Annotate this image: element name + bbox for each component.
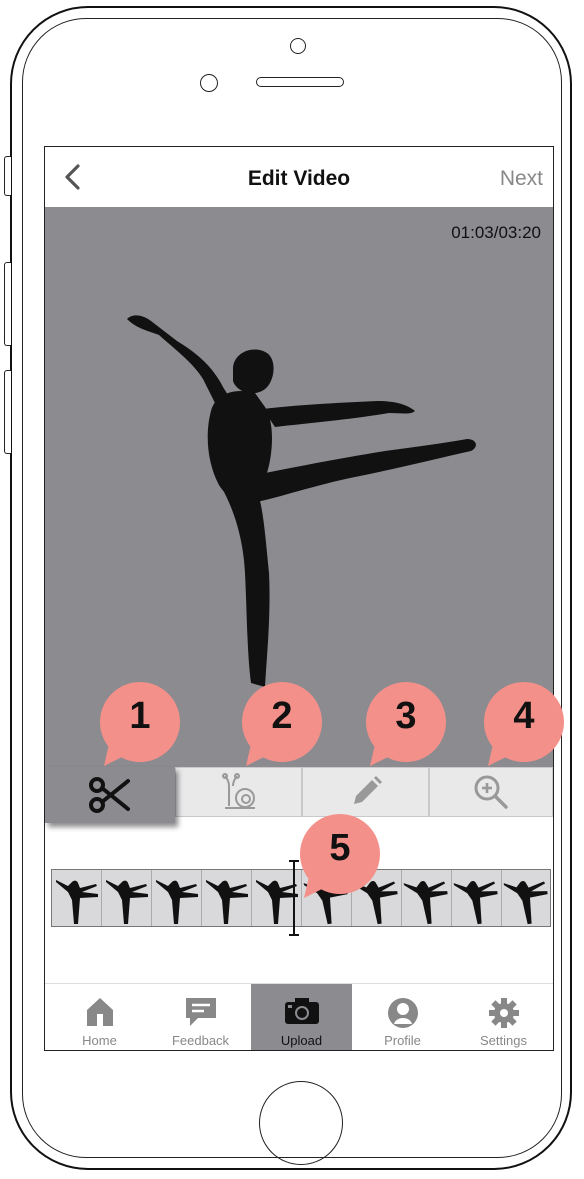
tab-home[interactable]: Home	[49, 984, 150, 1050]
tab-label: Settings	[480, 1033, 527, 1048]
camera-icon	[251, 996, 352, 1030]
zoom-in-icon	[474, 775, 508, 809]
tab-label: Profile	[384, 1033, 421, 1048]
video-timestamp: 01:03/03:20	[451, 223, 541, 242]
zoom-tool-button[interactable]	[429, 767, 553, 817]
scissors-icon	[89, 777, 130, 813]
frame-thumbnail	[503, 881, 548, 925]
nav-header: Edit Video Next	[45, 147, 553, 207]
feedback-icon	[150, 996, 251, 1030]
callout-marker: 3	[364, 682, 448, 766]
timeline-frame[interactable]	[152, 870, 202, 926]
callout-marker: 4	[482, 682, 566, 766]
chevron-left-icon	[65, 164, 80, 190]
earpiece-speaker	[256, 77, 344, 87]
gear-icon	[453, 996, 553, 1030]
dancer-silhouette	[127, 315, 476, 687]
frame-thumbnail	[403, 881, 448, 925]
callout-marker: 2	[240, 682, 324, 766]
next-button[interactable]: Next	[500, 147, 543, 207]
draw-tool-button[interactable]	[302, 767, 429, 817]
frame-thumbnail	[453, 881, 498, 925]
slow-motion-tool-button[interactable]	[175, 767, 302, 817]
page-title: Edit Video	[247, 167, 351, 190]
tab-feedback[interactable]: Feedback	[150, 984, 251, 1050]
callout-number: 2	[271, 695, 293, 737]
mute-switch	[4, 156, 11, 196]
front-camera	[290, 38, 306, 54]
back-button[interactable]	[61, 161, 85, 193]
timeline-frame[interactable]	[402, 870, 452, 926]
proximity-sensor	[200, 74, 218, 92]
timeline-frame[interactable]	[502, 870, 550, 926]
tab-upload[interactable]: Upload	[251, 984, 352, 1050]
timeline-frame[interactable]	[452, 870, 502, 926]
edit-toolbar	[45, 767, 553, 823]
pencil-icon	[353, 776, 382, 804]
callout-number: 4	[513, 695, 535, 737]
timeline-frame[interactable]	[52, 870, 102, 926]
profile-icon	[352, 996, 453, 1030]
tab-settings[interactable]: Settings	[453, 984, 553, 1050]
trim-tool-button[interactable]	[45, 767, 175, 823]
volume-down-button	[4, 370, 11, 454]
tab-label: Feedback	[171, 1033, 230, 1048]
frame-thumbnail	[156, 880, 198, 924]
callout-marker: 1	[98, 682, 182, 766]
home-icon	[49, 996, 150, 1030]
tab-label: Upload	[280, 1033, 323, 1048]
timeline-frame[interactable]	[102, 870, 152, 926]
bottom-tab-bar: Home Feedback Upload Profile Settings	[45, 983, 553, 1050]
home-hardware-button[interactable]	[259, 1081, 343, 1165]
callout-number: 1	[129, 695, 151, 737]
app-screen: Edit Video Next 01:03/03:20 Home Feedbac…	[44, 146, 554, 1051]
snail-icon	[221, 773, 255, 809]
callout-number: 5	[329, 827, 351, 869]
callout-marker: 5	[298, 814, 382, 898]
timeline-frame[interactable]	[202, 870, 252, 926]
volume-up-button	[4, 262, 11, 346]
tab-profile[interactable]: Profile	[352, 984, 453, 1050]
tab-label: Home	[82, 1033, 117, 1048]
frame-thumbnail	[56, 880, 98, 924]
frame-thumbnail	[106, 880, 148, 924]
callout-number: 3	[395, 695, 417, 737]
frame-thumbnail	[206, 880, 248, 924]
